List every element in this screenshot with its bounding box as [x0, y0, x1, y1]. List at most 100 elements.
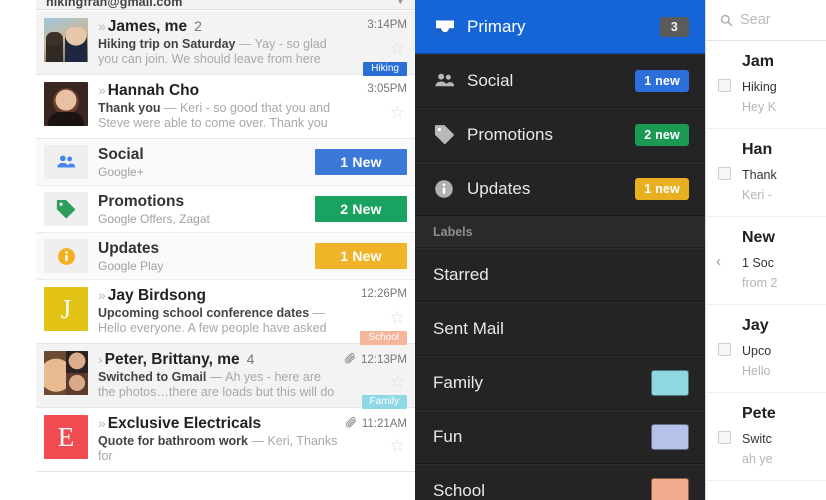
- inbox-icon: [436, 20, 454, 33]
- account-email: hikingfran@gmail.com: [46, 0, 183, 9]
- info-icon: [57, 247, 75, 265]
- desktop-mail-row[interactable]: Han Thank Keri -: [706, 129, 826, 217]
- drawer-label-sent-mail[interactable]: Sent Mail: [415, 302, 705, 356]
- label-color-swatch: [651, 369, 689, 396]
- avatar: J: [44, 287, 88, 331]
- drawer-label-text: Starred: [433, 264, 489, 284]
- mail-subject: Quote for bathroom work: [98, 434, 248, 448]
- inbox-icon: [433, 15, 467, 39]
- mail-sender: Jay Birdsong: [107, 287, 206, 304]
- desktop-mail-row[interactable]: Jam Hiking Hey K: [706, 41, 826, 129]
- avatar: [44, 351, 88, 395]
- select-checkbox[interactable]: [718, 167, 731, 180]
- desktop-mail-list[interactable]: Jam Hiking Hey K Han Thank Keri - ‹ New 1 Soc fro…: [706, 41, 826, 481]
- mail-subject: Switched to Gmail: [98, 370, 207, 384]
- desktop-mail-subject: Hiking: [742, 80, 777, 94]
- select-checkbox[interactable]: [718, 79, 731, 92]
- mail-sender: Peter, Brittany, me: [104, 351, 240, 368]
- mail-subject: Upcoming school conference dates: [98, 306, 310, 320]
- search-input[interactable]: Sear: [706, 0, 826, 41]
- drawer-item-primary[interactable]: Primary 3: [415, 0, 705, 54]
- drawer-badge: 2 new: [635, 123, 689, 146]
- drawer-label-fun[interactable]: Fun: [415, 410, 705, 464]
- tag-icon: [433, 123, 467, 146]
- desktop-mail-sender: Jay: [742, 317, 769, 334]
- desktop-mail-row[interactable]: Pete Switc ah ye: [706, 393, 826, 481]
- label-chip[interactable]: Hiking: [363, 62, 407, 76]
- mail-row[interactable]: » Hannah Cho Thank you — Keri - so good …: [36, 75, 415, 139]
- star-icon[interactable]: ☆: [390, 103, 405, 123]
- info-icon: [433, 178, 467, 200]
- drawer-label-text: Sent Mail: [433, 318, 504, 338]
- star-icon[interactable]: ☆: [390, 372, 405, 392]
- mail-snippet: Upcoming school conference dates — Hello…: [98, 306, 327, 335]
- mail-time: 12:13PM: [343, 351, 407, 366]
- desktop-mail-subject: Switc: [742, 432, 772, 446]
- mail-thread-count: 2: [194, 18, 202, 34]
- drawer-label-family[interactable]: Family: [415, 356, 705, 410]
- mail-time: 11:21AM: [343, 415, 407, 430]
- search-placeholder: Sear: [740, 12, 771, 28]
- desktop-mail-snippet: Hey K: [742, 100, 777, 114]
- category-subtitle: Google Play: [98, 258, 164, 273]
- drawer-item-label: Primary: [467, 16, 526, 36]
- star-icon[interactable]: ☆: [390, 308, 405, 328]
- desktop-mail-snippet: Keri -: [742, 188, 772, 202]
- label-color-swatch: [651, 477, 689, 500]
- drawer-item-updates[interactable]: Updates 1 new: [415, 162, 705, 216]
- inbox-list[interactable]: » James, me 2 Hiking trip on Saturday — …: [36, 11, 415, 472]
- people-icon: [435, 73, 455, 87]
- mail-row[interactable]: » James, me 2 Hiking trip on Saturday — …: [36, 11, 415, 76]
- category-new-badge[interactable]: 1 New: [315, 149, 407, 175]
- info-icon: [435, 179, 453, 198]
- drawer-label-starred[interactable]: Starred: [415, 248, 705, 302]
- category-row[interactable]: Promotions Google Offers, Zagat 2 New: [36, 186, 415, 233]
- people-icon: [57, 155, 76, 168]
- category-row[interactable]: Updates Google Play 1 New: [36, 233, 415, 280]
- desktop-mail-subject: Thank: [742, 168, 777, 182]
- desktop-mail-sender: Pete: [742, 405, 776, 422]
- paperclip-icon: [344, 352, 356, 364]
- desktop-mail-snippet: Hello: [742, 364, 771, 378]
- avatar: [44, 18, 88, 62]
- mail-row[interactable]: › Peter, Brittany, me 4 Switched to Gmai…: [36, 344, 415, 409]
- mail-row[interactable]: E » Exclusive Electricals Quote for bath…: [36, 408, 415, 472]
- category-row[interactable]: Social Google+ 1 New: [36, 139, 415, 186]
- desktop-mail-sender: Jam: [742, 53, 775, 70]
- thread-chevron-icon: »: [98, 415, 106, 431]
- screenshot-root: hikingfran@gmail.com ▾ » James, me 2 Hik…: [0, 0, 826, 500]
- tag-icon: [56, 200, 75, 219]
- chevron-down-icon: ▾: [397, 0, 403, 7]
- category-icon: [44, 192, 88, 226]
- desktop-mail-sender: New: [742, 229, 775, 246]
- desktop-mail-row[interactable]: ‹ New 1 Soc from 2: [706, 217, 826, 305]
- label-chip[interactable]: Family: [361, 395, 407, 409]
- mail-subject: Thank you: [98, 101, 161, 115]
- chevron-left-icon[interactable]: ‹: [716, 253, 721, 270]
- category-new-badge[interactable]: 2 New: [315, 196, 407, 222]
- mail-snippet: Hiking trip on Saturday — Yay - so glad …: [98, 37, 327, 66]
- category-title: Promotions: [98, 192, 185, 210]
- mail-sender: James, me: [107, 18, 188, 35]
- mail-row[interactable]: J » Jay Birdsong Upcoming school confere…: [36, 280, 415, 345]
- select-checkbox[interactable]: [718, 431, 731, 444]
- drawer-label-text: School: [433, 480, 485, 500]
- category-icon: [44, 145, 88, 179]
- account-switcher[interactable]: hikingfran@gmail.com ▾: [36, 0, 415, 10]
- drawer-label-school[interactable]: School: [415, 464, 705, 500]
- paperclip-icon: [345, 416, 358, 430]
- drawer-item-social[interactable]: Social 1 new: [415, 54, 705, 108]
- desktop-mail-subject: Upco: [742, 344, 772, 358]
- star-icon[interactable]: ☆: [390, 436, 405, 456]
- drawer-item-promotions[interactable]: Promotions 2 new: [415, 108, 705, 162]
- thread-chevron-icon: ›: [98, 351, 102, 367]
- category-new-badge[interactable]: 1 New: [315, 243, 407, 269]
- desktop-mail-row[interactable]: Jay Upco Hello: [706, 305, 826, 393]
- drawer-badge: 1 new: [635, 69, 689, 92]
- drawer-labels-list[interactable]: Starred Sent Mail Family Fun School: [415, 248, 705, 500]
- drawer-inbox-categories[interactable]: Primary 3 Social 1 new Promotions 2 new Update…: [415, 0, 705, 216]
- select-checkbox[interactable]: [718, 343, 731, 356]
- star-icon[interactable]: ☆: [390, 39, 405, 59]
- label-chip[interactable]: School: [360, 331, 407, 345]
- mail-time: 12:26PM: [360, 288, 407, 300]
